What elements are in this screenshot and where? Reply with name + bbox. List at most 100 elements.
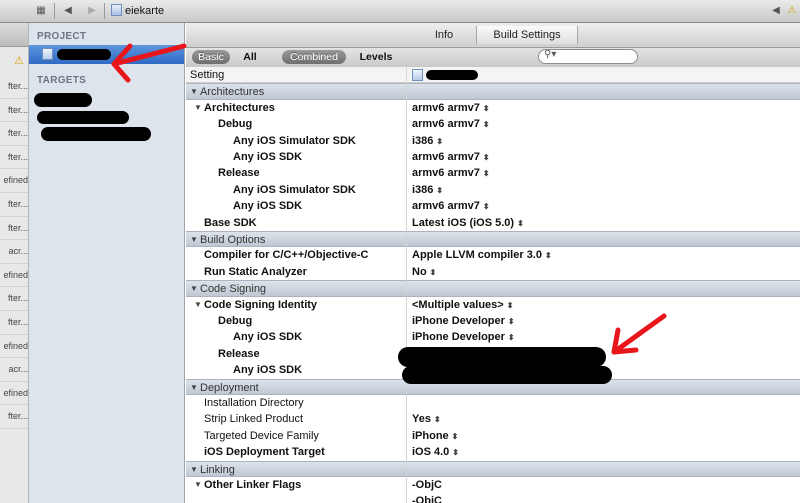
setting-value[interactable]: i386 ⬍ xyxy=(412,133,443,150)
issue-list-item[interactable]: fter... xyxy=(0,193,28,217)
table-row[interactable]: iOS Deployment Target iOS 4.0 ⬍ xyxy=(186,444,800,460)
disclosure-triangle-icon[interactable]: ▼ xyxy=(194,477,202,493)
setting-value[interactable]: iPhone Developer ⬍ xyxy=(412,313,515,330)
section-label: Code Signing xyxy=(200,283,267,296)
table-row[interactable]: Any iOS Simulator SDK i386 ⬍ xyxy=(186,182,800,198)
tab-info[interactable]: Info xyxy=(420,26,468,44)
issue-list-item[interactable]: fter... xyxy=(0,122,28,146)
disclosure-triangle-icon[interactable]: ▼ xyxy=(190,281,198,297)
popup-stepper-icon[interactable]: ⬍ xyxy=(436,186,443,195)
settings-section-header[interactable]: ▼ Linking xyxy=(186,460,800,478)
breadcrumb-project[interactable]: eiekarte xyxy=(125,5,164,17)
search-icon: ⚲▾ xyxy=(544,49,557,60)
settings-section-header[interactable]: ▼ Build Options xyxy=(186,231,800,248)
table-row[interactable]: Installation Directory xyxy=(186,395,800,411)
issue-list-item[interactable]: fter... xyxy=(0,75,28,99)
setting-value[interactable]: -ObjC xyxy=(412,493,442,503)
setting-value[interactable]: iPhone ⬍ xyxy=(412,428,458,445)
setting-value[interactable]: iPhone Developer ⬍ xyxy=(412,329,515,346)
combined-view-button[interactable]: Combined xyxy=(282,50,346,64)
table-row[interactable]: Compiler for C/C++/Objective-C Apple LLVM… xyxy=(186,247,800,263)
levels-view-button[interactable]: Levels xyxy=(354,50,398,64)
setting-value[interactable]: -ObjC xyxy=(412,477,442,493)
popup-stepper-icon[interactable]: ⬍ xyxy=(436,137,443,146)
setting-value[interactable]: armv6 armv7 ⬍ xyxy=(412,116,490,133)
table-row[interactable]: Debug armv6 armv7 ⬍ xyxy=(186,116,800,132)
popup-stepper-icon[interactable]: ⬍ xyxy=(545,251,552,260)
popup-stepper-icon[interactable]: ⬍ xyxy=(483,104,490,113)
table-row[interactable]: Any iOS Simulator SDK i386 ⬍ xyxy=(186,133,800,149)
table-row[interactable]: Targeted Device Family iPhone ⬍ xyxy=(186,428,800,444)
issue-list-item[interactable]: efined xyxy=(0,264,28,288)
table-row[interactable]: -ObjC xyxy=(186,493,800,503)
issue-list-item[interactable]: acr... xyxy=(0,358,28,382)
popup-stepper-icon[interactable]: ⬍ xyxy=(483,153,490,162)
setting-value[interactable]: iOS 4.0 ⬍ xyxy=(412,444,459,461)
disclosure-triangle-icon[interactable]: ▼ xyxy=(190,232,198,248)
issue-list-item[interactable]: efined xyxy=(0,335,28,359)
table-row[interactable]: Any iOS SDK iPhone Developer ⬍ xyxy=(186,329,800,345)
all-filter-button[interactable]: All xyxy=(238,50,262,64)
popup-stepper-icon[interactable]: ⬍ xyxy=(483,169,490,178)
table-row[interactable]: ▼ Architectures armv6 armv7 ⬍ xyxy=(186,100,800,116)
table-row[interactable]: Release armv6 armv7 ⬍ xyxy=(186,165,800,181)
issue-list-item[interactable]: fter... xyxy=(0,217,28,241)
setting-value[interactable]: armv6 armv7 ⬍ xyxy=(412,149,490,166)
setting-name: Debug xyxy=(218,315,253,327)
breadcrumb[interactable]: eiekarte xyxy=(111,3,164,19)
popup-stepper-icon[interactable]: ⬍ xyxy=(483,120,490,129)
settings-section-header[interactable]: ▼ Architectures xyxy=(186,83,800,100)
disclosure-triangle-icon[interactable]: ▼ xyxy=(190,380,198,396)
popup-stepper-icon[interactable]: ⬍ xyxy=(452,432,459,441)
setting-value[interactable]: <Multiple values> ⬍ xyxy=(412,297,513,314)
table-row[interactable]: Any iOS SDK armv6 armv7 ⬍ xyxy=(186,198,800,214)
popup-stepper-icon[interactable]: ⬍ xyxy=(483,202,490,211)
popup-stepper-icon[interactable]: ⬍ xyxy=(434,415,441,424)
warning-icon[interactable]: ⚠ xyxy=(786,3,798,19)
popup-stepper-icon[interactable]: ⬍ xyxy=(507,301,514,310)
issue-list-item[interactable]: efined xyxy=(0,382,28,406)
issue-list-item[interactable]: fter... xyxy=(0,146,28,170)
setting-value[interactable]: armv6 armv7 ⬍ xyxy=(412,198,490,215)
issue-list-item[interactable]: fter... xyxy=(0,287,28,311)
issue-list-item[interactable]: fter... xyxy=(0,99,28,123)
popup-stepper-icon[interactable]: ⬍ xyxy=(508,317,515,326)
table-row[interactable]: ▼ Other Linker Flags -ObjC xyxy=(186,477,800,493)
table-row[interactable]: Base SDK Latest iOS (iOS 5.0) ⬍ xyxy=(186,215,800,231)
table-row[interactable]: ▼ Code Signing Identity <Multiple values> ⬍ xyxy=(186,297,800,313)
setting-value[interactable]: armv6 armv7 ⬍ xyxy=(412,100,490,117)
tab-build-settings[interactable]: Build Settings xyxy=(476,26,578,44)
issue-list-item[interactable]: fter... xyxy=(0,405,28,429)
setting-value[interactable]: Latest iOS (iOS 5.0) ⬍ xyxy=(412,215,524,232)
warning-icon[interactable]: ⚠ xyxy=(0,47,28,75)
previous-issue-icon[interactable]: ◀ xyxy=(771,3,781,19)
settings-section-header[interactable]: ▼ Code Signing xyxy=(186,280,800,297)
disclosure-triangle-icon[interactable]: ▼ xyxy=(194,100,202,116)
popup-stepper-icon[interactable]: ⬍ xyxy=(452,448,459,457)
search-field[interactable]: ⚲▾ xyxy=(538,49,638,64)
setting-value[interactable]: No ⬍ xyxy=(412,264,436,281)
popup-stepper-icon[interactable]: ⬍ xyxy=(430,268,437,277)
setting-value[interactable]: armv6 armv7 ⬍ xyxy=(412,165,490,182)
table-row[interactable]: Strip Linked Product Yes ⬍ xyxy=(186,411,800,427)
forward-arrow-icon[interactable]: ▶ xyxy=(86,3,98,19)
popup-stepper-icon[interactable]: ⬍ xyxy=(517,219,524,228)
setting-value[interactable]: Apple LLVM compiler 3.0 ⬍ xyxy=(412,247,552,264)
disclosure-triangle-icon[interactable]: ▼ xyxy=(190,84,198,100)
setting-value[interactable]: i386 ⬍ xyxy=(412,182,443,199)
issue-list-item[interactable]: efined xyxy=(0,169,28,193)
back-arrow-icon[interactable]: ◀ xyxy=(62,3,74,19)
table-row[interactable]: Run Static Analyzer No ⬍ xyxy=(186,264,800,280)
project-file-icon xyxy=(42,48,53,60)
red-annotation-arrow xyxy=(611,313,667,355)
grid-icon[interactable]: ▦ xyxy=(34,3,48,19)
setting-value[interactable]: Yes ⬍ xyxy=(412,411,441,428)
disclosure-triangle-icon[interactable]: ▼ xyxy=(190,462,198,478)
disclosure-triangle-icon[interactable]: ▼ xyxy=(194,297,202,313)
popup-stepper-icon[interactable]: ⬍ xyxy=(508,333,515,342)
table-row[interactable]: Any iOS SDK armv6 armv7 ⬍ xyxy=(186,149,800,165)
issue-list-item[interactable]: acr... xyxy=(0,240,28,264)
basic-filter-button[interactable]: Basic xyxy=(192,50,230,64)
issue-list-item[interactable]: fter... xyxy=(0,311,28,335)
table-row[interactable]: Debug iPhone Developer ⬍ xyxy=(186,313,800,329)
